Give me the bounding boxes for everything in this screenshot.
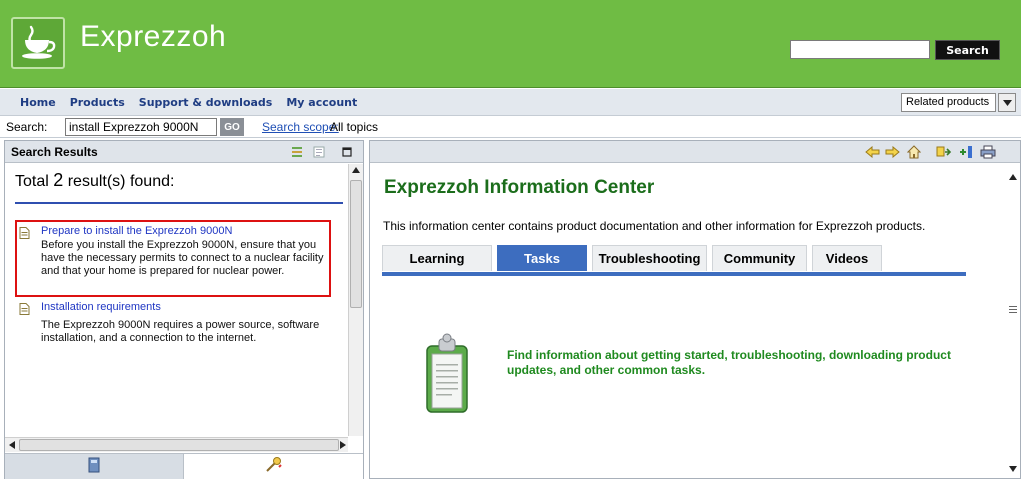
scrollbar-thumb[interactable]: [19, 439, 339, 451]
print-icon[interactable]: [980, 144, 996, 160]
panel-header: Search Results: [5, 141, 363, 163]
page-title: Exprezzoh Information Center: [384, 177, 655, 198]
search-scope-value: All topics: [330, 120, 379, 134]
result-description: Before you install the Exprezzoh 9000N, …: [41, 239, 324, 277]
scroll-down-icon[interactable]: [1009, 466, 1017, 472]
tasks-description: Find information about getting started, …: [507, 348, 951, 377]
tab-community[interactable]: Community: [712, 245, 807, 271]
nav-bar: Home Products Support & downloads My acc…: [0, 89, 1021, 116]
document-icon: [19, 227, 30, 242]
search-results-tab[interactable]: [184, 454, 363, 479]
maximize-icon[interactable]: [339, 144, 355, 160]
total-count: 2: [53, 170, 64, 190]
header-bar: Exprezzoh Search: [0, 0, 1021, 88]
panel-bottom-tabs: [5, 453, 363, 479]
content-scrollbar[interactable]: [1007, 164, 1020, 478]
tab-troubleshooting[interactable]: Troubleshooting: [592, 245, 707, 271]
chevron-down-icon[interactable]: [998, 93, 1016, 112]
list-view-icon[interactable]: [311, 144, 327, 160]
divider: [15, 202, 343, 204]
scroll-grip-icon[interactable]: [1008, 304, 1018, 314]
scroll-up-icon[interactable]: [352, 167, 360, 173]
nav-my-account[interactable]: My account: [286, 96, 357, 109]
panel-title: Search Results: [11, 145, 98, 159]
tabs-underline: [382, 272, 966, 276]
search-label: Search:: [6, 120, 48, 134]
nav-support-downloads[interactable]: Support & downloads: [139, 96, 273, 109]
contents-book-icon: [87, 457, 101, 476]
topic-tabs: Learning Tasks Troubleshooting Community…: [382, 245, 982, 273]
scroll-up-icon[interactable]: [1009, 174, 1017, 180]
scrollbar-thumb[interactable]: [350, 180, 362, 308]
search-scope-link[interactable]: Search scope:: [262, 120, 339, 134]
coffee-cup-icon: [11, 17, 65, 69]
nav-products[interactable]: Products: [70, 96, 125, 109]
content-toolbar: [370, 141, 1020, 163]
result-title-link[interactable]: Prepare to install the Exprezzoh 9000N: [41, 225, 232, 237]
horizontal-scrollbar[interactable]: [5, 437, 348, 452]
forward-arrow-icon[interactable]: [884, 144, 900, 160]
results-total: Total 2 result(s) found:: [15, 170, 174, 191]
total-prefix: Total: [15, 173, 49, 190]
bookmark-icon[interactable]: [958, 144, 974, 160]
brand-name: Exprezzoh: [80, 20, 227, 53]
back-arrow-icon[interactable]: [864, 144, 880, 160]
content-panel: Exprezzoh Information Center This inform…: [369, 140, 1021, 479]
home-icon[interactable]: [906, 144, 922, 160]
page-description: This information center contains product…: [383, 219, 926, 233]
result-title-link[interactable]: Installation requirements: [41, 301, 161, 313]
top-search-input[interactable]: [790, 40, 930, 59]
related-products-select[interactable]: Related products: [901, 93, 996, 112]
contents-tab[interactable]: [5, 454, 184, 479]
total-suffix: result(s) found:: [67, 173, 175, 190]
go-button[interactable]: GO: [220, 118, 244, 136]
document-icon: [19, 303, 30, 318]
scroll-left-icon[interactable]: [9, 441, 15, 449]
nav-home[interactable]: Home: [20, 96, 56, 109]
result-description: The Exprezzoh 9000N requires a power sou…: [41, 319, 320, 344]
clipboard-icon: [423, 326, 471, 419]
tab-tasks[interactable]: Tasks: [497, 245, 587, 271]
search-input[interactable]: [65, 118, 217, 136]
scroll-right-icon[interactable]: [340, 441, 346, 449]
search-row: Search: GO Search scope: All topics: [0, 116, 1021, 138]
vertical-scrollbar[interactable]: [348, 164, 363, 436]
sync-toc-icon[interactable]: [936, 144, 952, 160]
tab-learning[interactable]: Learning: [382, 245, 492, 271]
tab-videos[interactable]: Videos: [812, 245, 882, 271]
search-results-panel: Search Results Total 2 result(s) found: …: [4, 140, 364, 479]
show-descriptions-icon[interactable]: [289, 144, 305, 160]
top-search-button[interactable]: Search: [935, 40, 1000, 60]
search-results-icon: [265, 457, 283, 476]
